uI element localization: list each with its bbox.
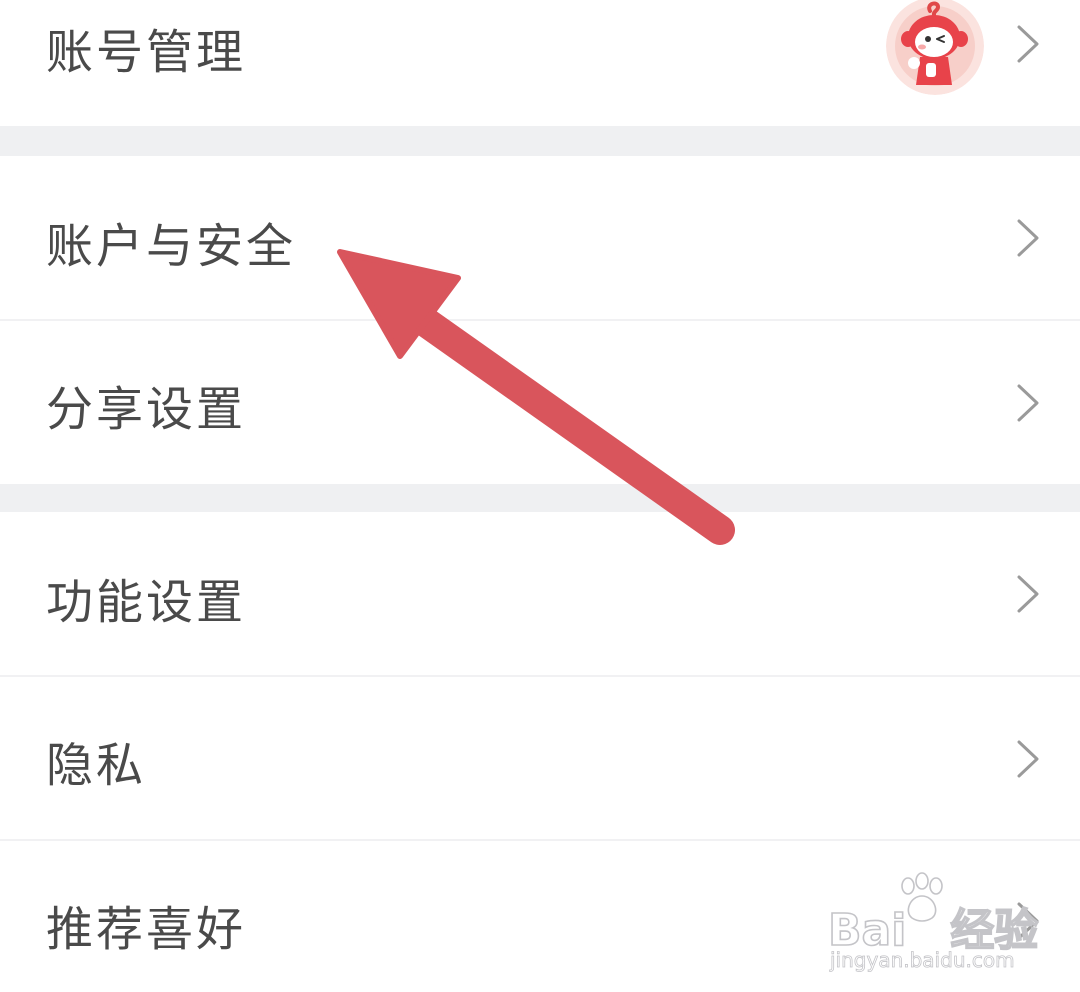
settings-item-label: 隐私 bbox=[46, 738, 146, 794]
settings-item-share-settings[interactable]: 分享设置 bbox=[0, 321, 1080, 484]
settings-screen: 账号管理 账户与安全 分享设置 功能设置 隐私 推荐喜好 Bai 经验 jing… bbox=[0, 0, 1080, 992]
settings-item-label: 账号管理 bbox=[46, 25, 246, 81]
settings-item-account-management[interactable]: 账号管理 bbox=[0, 0, 1080, 126]
settings-item-privacy[interactable]: 隐私 bbox=[0, 677, 1080, 839]
settings-item-label: 分享设置 bbox=[46, 382, 246, 438]
chevron-right-icon bbox=[1017, 219, 1039, 257]
settings-item-recommendation-preferences[interactable]: 推荐喜好 bbox=[0, 841, 1080, 992]
monkey-avatar-icon bbox=[886, 0, 984, 95]
settings-item-account-security[interactable]: 账户与安全 bbox=[0, 156, 1080, 320]
settings-item-label: 功能设置 bbox=[46, 575, 246, 631]
chevron-right-icon bbox=[1017, 25, 1039, 63]
settings-item-feature-settings[interactable]: 功能设置 bbox=[0, 512, 1080, 675]
chevron-right-icon bbox=[1017, 384, 1039, 422]
avatar[interactable] bbox=[886, 0, 984, 95]
settings-item-label: 账户与安全 bbox=[46, 219, 296, 275]
chevron-right-icon bbox=[1017, 575, 1039, 613]
section-gap bbox=[0, 126, 1080, 156]
section-gap bbox=[0, 484, 1080, 512]
settings-item-label: 推荐喜好 bbox=[46, 902, 246, 958]
chevron-right-icon bbox=[1017, 740, 1039, 778]
chevron-right-icon bbox=[1017, 902, 1039, 940]
